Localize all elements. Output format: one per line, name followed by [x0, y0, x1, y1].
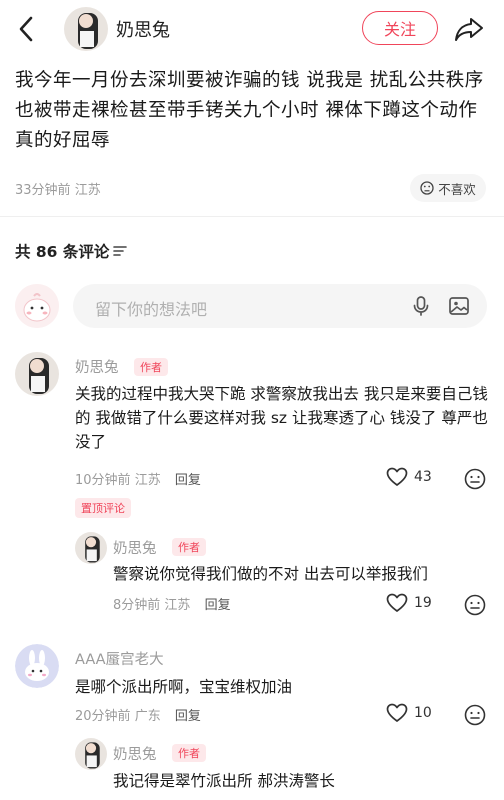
reply-item: 奶思兔 作者 我记得是翠竹派出所 郝洪涛警长	[0, 738, 504, 800]
comment-author[interactable]: AAA蜃宫老大	[75, 648, 164, 669]
share-icon	[455, 18, 483, 41]
comment-author[interactable]: 奶思兔	[113, 537, 157, 558]
post-content: 我今年一月份去深圳要被诈骗的钱 说我是 扰乱公共秩序 也被带走裸检甚至带手铐关九…	[15, 70, 484, 151]
emoji-icon[interactable]	[463, 593, 487, 617]
comment-time: 8分钟前	[113, 598, 161, 613]
image-icon[interactable]	[447, 294, 471, 318]
heart-icon	[386, 703, 408, 722]
sort-icon	[113, 246, 128, 256]
comment-meta: 20分钟前 广东 回复	[75, 705, 201, 724]
comment-time: 10分钟前	[75, 473, 131, 488]
reply-button[interactable]: 回复	[205, 598, 231, 613]
divider	[0, 216, 504, 217]
comment-placeholder: 留下你的想法吧	[95, 300, 208, 319]
follow-button[interactable]: 关注	[362, 11, 438, 45]
reply-item: 奶思兔 作者 警察说你觉得我们做的不对 出去可以举报我们 8分钟前 江苏 回复 …	[0, 532, 504, 622]
comment-location: 江苏	[164, 598, 191, 613]
comment-input-row: 留下你的想法吧	[0, 284, 504, 330]
emoji-icon[interactable]	[463, 467, 487, 491]
like-button[interactable]: 43	[386, 467, 432, 487]
my-avatar	[15, 284, 59, 328]
like-count: 19	[414, 595, 432, 611]
comment-text: 警察说你觉得我们做的不对 出去可以举报我们	[113, 565, 428, 583]
comment-meta: 10分钟前 江苏 回复	[75, 469, 201, 488]
reply-button[interactable]: 回复	[175, 709, 201, 724]
back-button[interactable]	[12, 14, 40, 44]
dislike-button[interactable]: 不喜欢	[410, 174, 486, 202]
comment-meta: 8分钟前 江苏 回复	[113, 594, 231, 613]
pinned-badge: 置顶评论	[75, 498, 131, 518]
comment-count[interactable]: 共 86 条评论	[15, 240, 128, 262]
comment-avatar[interactable]	[75, 738, 107, 770]
microphone-icon[interactable]	[409, 294, 433, 318]
share-button[interactable]	[452, 13, 486, 45]
post-location: 江苏	[74, 183, 101, 198]
comment-avatar[interactable]	[15, 644, 59, 688]
emoji-icon[interactable]	[463, 703, 487, 727]
chevron-left-icon	[19, 16, 33, 42]
like-button[interactable]: 19	[386, 593, 432, 613]
comment-input[interactable]: 留下你的想法吧	[73, 284, 487, 328]
comment-location: 广东	[134, 709, 161, 724]
comment-count-label: 共 86 条评论	[15, 243, 110, 261]
comment-avatar[interactable]	[15, 352, 59, 396]
comment-item: 奶思兔 作者 关我的过程中我大哭下跪 求警察放我出去 我只是来要自己钱的 我做错…	[0, 352, 504, 532]
author-name[interactable]: 奶思兔	[116, 16, 170, 42]
author-badge: 作者	[134, 358, 168, 376]
author-badge: 作者	[172, 744, 206, 762]
comment-avatar[interactable]	[75, 532, 107, 564]
comment-author[interactable]: 奶思兔	[75, 356, 119, 377]
comment-text: 我记得是翠竹派出所 郝洪涛警长	[113, 772, 335, 790]
like-count: 10	[414, 705, 432, 721]
post-time: 33分钟前	[15, 183, 71, 198]
frown-icon	[420, 181, 434, 195]
comment-location: 江苏	[134, 473, 161, 488]
top-bar: 奶思兔 关注	[0, 0, 504, 58]
heart-icon	[386, 593, 408, 612]
comment-author[interactable]: 奶思兔	[113, 743, 157, 764]
dislike-label: 不喜欢	[438, 181, 476, 197]
heart-icon	[386, 467, 408, 486]
comment-item: AAA蜃宫老大 是哪个派出所啊，宝宝维权加油 20分钟前 广东 回复 10	[0, 644, 504, 734]
reply-button[interactable]: 回复	[175, 473, 201, 488]
like-button[interactable]: 10	[386, 703, 432, 723]
author-avatar[interactable]	[64, 7, 108, 51]
post-meta: 33分钟前 江苏	[15, 179, 101, 198]
comment-text: 是哪个派出所啊，宝宝维权加油	[75, 678, 293, 696]
author-badge: 作者	[172, 538, 206, 556]
comment-time: 20分钟前	[75, 709, 131, 724]
like-count: 43	[414, 469, 432, 485]
comment-text: 关我的过程中我大哭下跪 求警察放我出去 我只是来要自己钱的 我做错了什么要这样对…	[75, 385, 488, 451]
